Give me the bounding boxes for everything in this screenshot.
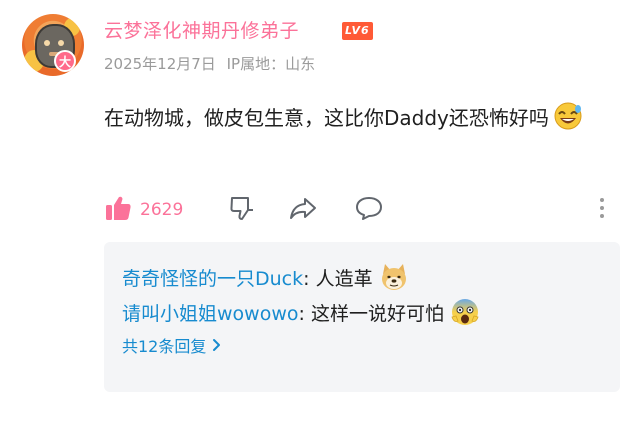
doge-emoji-icon bbox=[379, 262, 409, 300]
fearful-scream-emoji-icon bbox=[450, 297, 480, 335]
reply-button[interactable] bbox=[354, 192, 384, 228]
view-all-replies-link[interactable]: 共12条回复 bbox=[122, 335, 222, 359]
avatar-badge: 大 bbox=[54, 50, 76, 72]
reply-item[interactable]: 请叫小姐姐wowowo: 这样一说好可怕 bbox=[122, 297, 480, 335]
reply-count-label: 共12条回复 bbox=[122, 337, 207, 356]
reply-text: 这样一说好可怕 bbox=[310, 303, 444, 325]
reply-username[interactable]: 奇奇怪怪的一只Duck bbox=[122, 268, 303, 290]
comment-action-bar: 2629 bbox=[104, 192, 624, 228]
reply-text: 人造革 bbox=[315, 268, 373, 290]
comment-date: 2025年12月7日 bbox=[104, 55, 216, 73]
reply-separator: : bbox=[298, 303, 311, 325]
more-options-button[interactable] bbox=[596, 192, 608, 228]
comment-text: 在动物城，做皮包生意，这比你Daddy还恐怖好吗 bbox=[104, 106, 549, 130]
share-button[interactable] bbox=[288, 192, 318, 228]
comment-ip-location: IP属地：山东 bbox=[226, 55, 316, 73]
reply-separator: : bbox=[303, 268, 316, 290]
grinning-sweat-emoji-icon bbox=[553, 101, 583, 145]
reply-preview-box: 奇奇怪怪的一只Duck: 人造革 请叫小姐姐wowowo: 这样一说好可怕 共1… bbox=[104, 242, 620, 392]
share-arrow-icon bbox=[288, 194, 318, 226]
reply-username[interactable]: 请叫小姐姐wowowo bbox=[122, 303, 299, 325]
vertical-dots-icon bbox=[596, 194, 608, 226]
thumbs-up-icon bbox=[104, 194, 132, 226]
chevron-right-icon bbox=[206, 335, 222, 359]
like-count: 2629 bbox=[140, 200, 184, 220]
comment-meta: 2025年12月7日 IP属地：山东 bbox=[104, 54, 315, 74]
thumbs-down-icon bbox=[228, 194, 256, 226]
comment-avatar[interactable] bbox=[22, 14, 84, 76]
comment-username[interactable]: 云梦泽化神期丹修弟子 bbox=[104, 18, 299, 44]
like-button[interactable]: 2629 bbox=[104, 192, 183, 228]
comment-bubble-icon bbox=[354, 194, 384, 226]
reply-item[interactable]: 奇奇怪怪的一只Duck: 人造革 bbox=[122, 262, 409, 300]
dislike-button[interactable] bbox=[228, 192, 256, 228]
level-badge: LV6 bbox=[342, 22, 373, 40]
comment-text-block: 在动物城，做皮包生意，这比你Daddy还恐怖好吗 bbox=[104, 98, 620, 145]
